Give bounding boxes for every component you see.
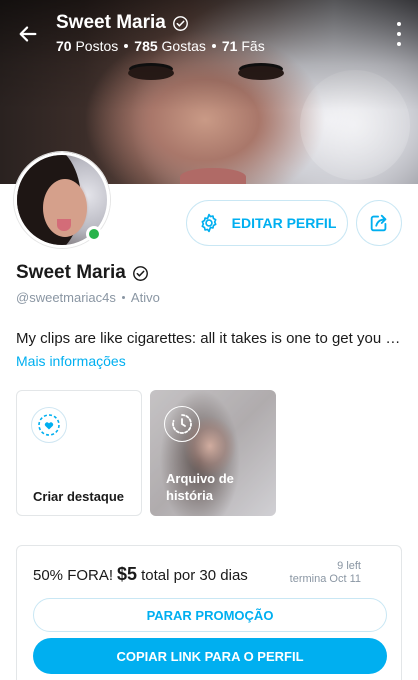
profile-name: Sweet Maria <box>16 262 126 283</box>
archive-icon-ring <box>164 406 200 442</box>
story-archive-label: Arquivo de história <box>166 471 234 503</box>
stats-separator <box>124 44 129 48</box>
posts-label: Postos <box>75 38 119 54</box>
more-vertical-icon-dot <box>397 22 401 26</box>
likes-label: Gostas <box>161 38 206 54</box>
more-vertical-icon-dot <box>397 32 401 36</box>
highlight-icon-ring <box>31 407 67 443</box>
verified-check-icon <box>172 15 188 31</box>
edit-profile-label: EDITAR PERFIL <box>231 215 337 231</box>
history-clock-icon <box>172 414 192 434</box>
back-button[interactable] <box>14 20 42 48</box>
promotion-left: 9 left <box>337 560 361 572</box>
more-vertical-icon-dot <box>397 42 401 46</box>
more-info-link[interactable]: Mais informações <box>16 353 126 369</box>
create-highlight-label: Criar destaque <box>33 489 125 504</box>
gear-icon <box>201 213 217 233</box>
verified-check-icon <box>132 265 148 281</box>
profile-name-row: Sweet Maria <box>16 262 149 284</box>
header-title-block: Sweet Maria 70 Postos 785 Gostas 71 Fãs <box>56 12 265 54</box>
header-stats: 70 Postos 785 Gostas 71 Fãs <box>56 38 265 54</box>
activity-status: Ativo <box>130 290 160 305</box>
arrow-left-icon <box>19 26 37 42</box>
promotion-card: 50% FORA! $5 total por 30 dias 9 left te… <box>16 545 402 680</box>
edit-profile-button[interactable]: EDITAR PERFIL <box>186 200 348 246</box>
promotion-meta: 9 left termina Oct 11 <box>290 560 361 586</box>
promotion-ends: termina Oct 11 <box>289 573 361 585</box>
fans-label: Fãs <box>241 38 265 54</box>
promotion-period: total por 30 dias <box>141 567 248 584</box>
top-bar: Sweet Maria 70 Postos 785 Gostas 71 Fãs <box>0 0 418 66</box>
story-archive-card[interactable]: Arquivo de história <box>150 390 276 516</box>
create-highlight-card[interactable]: Criar destaque <box>16 390 142 516</box>
share-icon <box>370 214 387 232</box>
profile-handle: @sweetmariac4s <box>16 290 116 305</box>
handle-row: @sweetmariac4s Ativo <box>16 290 160 305</box>
likes-count: 785 <box>134 38 158 54</box>
promotion-discount: 50% FORA! <box>33 567 114 584</box>
promotion-price: $5 <box>117 564 138 584</box>
share-button[interactable] <box>356 200 402 246</box>
posts-count: 70 <box>56 38 72 54</box>
avatar-tongue <box>57 219 71 231</box>
profile-bio: My clips are like cigarettes: all it tak… <box>16 330 406 347</box>
copy-profile-link-button[interactable]: COPIAR LINK PARA O PERFIL <box>33 638 387 674</box>
header-name: Sweet Maria <box>56 12 166 33</box>
stop-promotion-button[interactable]: PARAR PROMOÇÃO <box>33 598 387 632</box>
handle-separator <box>121 296 125 299</box>
promotion-text: 50% FORA! $5 total por 30 dias <box>33 564 248 585</box>
stats-separator <box>211 44 216 48</box>
heart-badge-icon <box>38 414 60 436</box>
more-options-button[interactable] <box>392 22 406 46</box>
fans-count: 71 <box>221 38 238 54</box>
online-status-dot <box>86 226 102 242</box>
